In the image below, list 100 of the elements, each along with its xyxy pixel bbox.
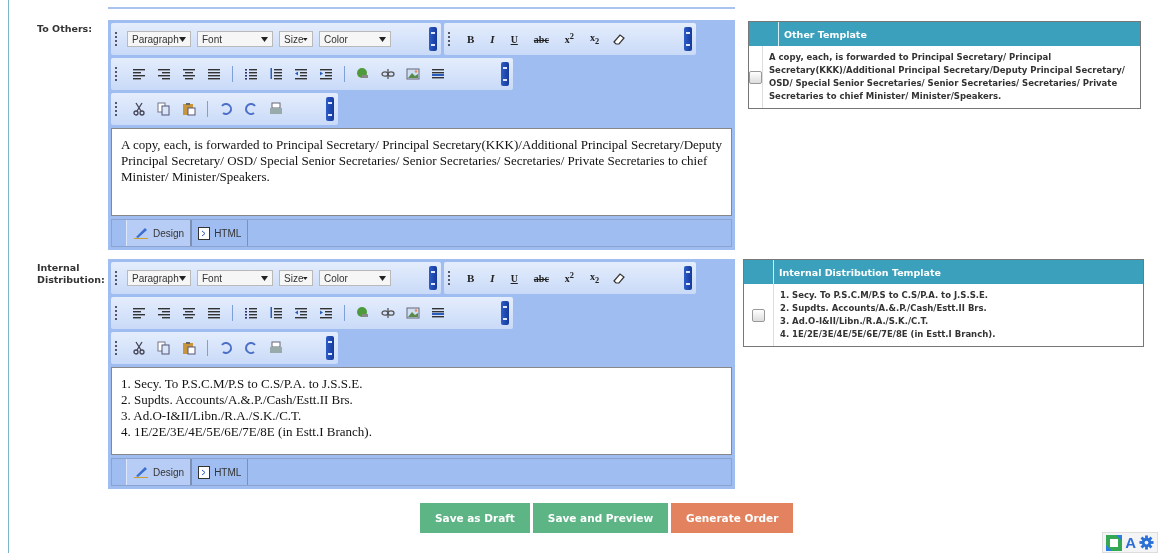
toolbar-dropdown[interactable]: Paragraph (127, 270, 191, 286)
align-center-icon[interactable] (182, 306, 196, 320)
mode-tab[interactable]: Design (126, 220, 192, 246)
template-text: 2. Supdts. Accounts/A.&.P./Cash/Estt.II Brs. (780, 302, 988, 315)
justify-icon[interactable] (207, 67, 221, 81)
subscript-button[interactable]: x$_{2}$ (587, 271, 603, 285)
caret-icon (379, 275, 386, 281)
pencil-ruler-icon (133, 226, 149, 240)
scissors-icon[interactable] (132, 341, 146, 355)
undo-icon[interactable] (219, 341, 233, 355)
font-button[interactable]: A (1125, 534, 1136, 551)
clipboard-icon[interactable] (182, 102, 196, 116)
editor-content[interactable]: 1. Secy. To P.S.C.M/P.S to C.S/P.A. to J.S.S.E. 2. Supdts. Accounts/A.&.P./Cash/Estt.II Brs. 3. Ad.O-I&II/Libn./R.A./S.K./C.T. 4. 1E/2E/3E/4E/5E/6E/7E/8E (in Estt.I Branch). (111, 367, 732, 455)
italic-button[interactable]: I (487, 272, 498, 284)
toolbar-options-icon[interactable] (684, 27, 692, 51)
outdent-icon[interactable] (294, 67, 308, 81)
redo-icon[interactable] (244, 341, 258, 355)
pencil-ruler-icon (133, 465, 149, 479)
image-icon[interactable] (406, 67, 420, 81)
underline-button[interactable]: U (507, 33, 521, 45)
eraser-icon[interactable] (612, 32, 627, 46)
content-line: 4. 1E/2E/3E/4E/5E/6E/7E/8E (in Estt.I Branch). (121, 424, 373, 440)
toolbar-options-icon[interactable] (429, 27, 437, 51)
toolbar-options-icon[interactable] (326, 97, 334, 121)
checkbox[interactable] (749, 70, 762, 84)
outdent-icon[interactable] (294, 306, 308, 320)
template-text: 3. Ad.O-I&II/Libn./R.A./S.K./C.T. (780, 315, 930, 328)
eraser-icon[interactable] (612, 271, 627, 285)
superscript-button[interactable]: x$^{2}$ (561, 32, 578, 46)
template-text: 1. Secy. To P.S.C.M/P.S to C.S/P.A. to J.S.S.E. (780, 289, 990, 302)
caret-icon (379, 36, 386, 42)
field-label: Internal Distribution: (36, 261, 106, 286)
toolbar-options-icon[interactable] (326, 336, 334, 360)
table-header: Internal Distribution Template (778, 265, 941, 280)
scissors-icon[interactable] (132, 102, 146, 116)
caret-icon (261, 275, 268, 281)
content-line: A copy, each, is forwarded to Principal Secretary/ Principal Secretary(KKK)/Additional Principal Secretary/Deputy Principal Secretary/ OSD/ Special Senior Secretaries/ Senior Secretaries/ Secretaries/ Private Secretaries to chief Minister/ Minister/Speakers. (121, 137, 722, 185)
mode-tab[interactable]: Design (126, 459, 192, 485)
numbered-list-icon[interactable] (269, 67, 283, 81)
toolbar-dropdown[interactable]: Color (319, 270, 391, 286)
toolbar-options-icon[interactable] (429, 266, 437, 290)
copy-icon[interactable] (157, 341, 171, 355)
undo-icon[interactable] (219, 102, 233, 116)
caret-icon (261, 36, 268, 42)
translate-logo-icon[interactable] (1106, 534, 1123, 551)
justify-icon[interactable] (207, 306, 221, 320)
align-center-icon[interactable] (182, 67, 196, 81)
indent-icon[interactable] (319, 67, 333, 81)
bold-button[interactable]: B (464, 272, 478, 284)
image-icon[interactable] (406, 306, 420, 320)
align-right-icon[interactable] (157, 67, 171, 81)
horizontal-rule-icon[interactable] (431, 306, 445, 320)
editor-content[interactable] (111, 128, 732, 216)
toolbar-dropdown[interactable]: Font (197, 31, 273, 47)
bulleted-list-icon[interactable] (244, 67, 258, 81)
caret-icon (179, 275, 186, 281)
underline-button[interactable]: U (507, 272, 521, 284)
settings-icon[interactable] (1139, 535, 1154, 550)
toolbar-dropdown[interactable]: Font (197, 270, 273, 286)
strikethrough-button[interactable]: abc (530, 33, 552, 45)
toolbar-dropdown[interactable]: Color (319, 31, 391, 47)
document-icon (198, 465, 211, 479)
content-line: 2. Supdts. Accounts/A.&.P./Cash/Estt.II Brs. (121, 392, 354, 408)
field-label: To Others: (36, 22, 93, 35)
strikethrough-button[interactable]: abc (530, 272, 552, 284)
align-left-icon[interactable] (132, 67, 146, 81)
template-text: A copy, each, is forwarded to Principal Secretary/ Principal Secretary(KKK)/Additional Principal Secretary/Deputy Principal Secretary/ OSD/ Special Senior Secretaries/ Senior Secretaries/ Secretaries/ Private Secretaries to chief Minister/ Minister/Speakers. (769, 51, 1126, 103)
copy-icon[interactable] (157, 102, 171, 116)
toolbar-dropdown[interactable]: Size (279, 270, 313, 286)
caret-icon (303, 36, 308, 42)
align-right-icon[interactable] (157, 306, 171, 320)
unlink-icon[interactable] (381, 67, 395, 81)
align-left-icon[interactable] (132, 306, 146, 320)
unlink-icon[interactable] (381, 306, 395, 320)
content-line: 3. Ad.O-I&II/Libn./R.A./S.K./C.T. (121, 408, 303, 424)
content-line: 1. Secy. To P.S.C.M/P.S to C.S/P.A. to J.S.S.E. (121, 376, 364, 392)
checkbox[interactable] (752, 308, 765, 322)
toolbar-options-icon[interactable] (684, 266, 692, 290)
toolbar-options-icon[interactable] (501, 301, 509, 325)
globe-link-icon[interactable] (356, 306, 370, 320)
indent-icon[interactable] (319, 306, 333, 320)
caret-icon (179, 36, 186, 42)
mode-tab[interactable]: HTML (191, 220, 249, 246)
toolbar-options-icon[interactable] (501, 62, 509, 86)
horizontal-rule-icon[interactable] (431, 67, 445, 81)
toolbar-dropdown[interactable]: Size (279, 31, 313, 47)
bold-button[interactable]: B (464, 33, 478, 45)
subscript-button[interactable]: x$_{2}$ (587, 32, 603, 46)
template-text: 4. 1E/2E/3E/4E/5E/6E/7E/8E (in Estt.I Branch). (780, 328, 996, 341)
mode-tab[interactable]: HTML (191, 459, 249, 485)
globe-link-icon[interactable] (356, 67, 370, 81)
numbered-list-icon[interactable] (269, 306, 283, 320)
superscript-button[interactable]: x$^{2}$ (561, 271, 578, 285)
bulleted-list-icon[interactable] (244, 306, 258, 320)
clipboard-icon[interactable] (182, 341, 196, 355)
toolbar-dropdown[interactable]: Paragraph (127, 31, 191, 47)
document-icon (198, 226, 211, 240)
table-header: Other Template (783, 27, 867, 42)
redo-icon[interactable] (244, 102, 258, 116)
italic-button[interactable]: I (487, 33, 498, 45)
